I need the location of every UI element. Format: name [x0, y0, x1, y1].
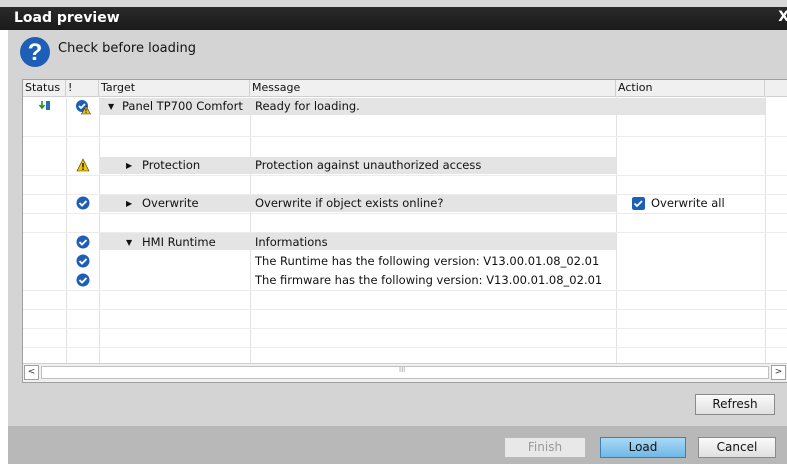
check-icon	[76, 273, 90, 287]
row-target: Panel TP700 Comfort	[122, 99, 243, 113]
scroll-thumb[interactable]: III	[41, 366, 769, 379]
load-preview-table: Status ! Target Message Action ▼ Panel T…	[22, 79, 787, 383]
header-status[interactable]: Status	[23, 80, 66, 96]
load-preview-dialog: ? Check before loading Status ! Target M…	[8, 30, 787, 464]
warning-icon	[76, 158, 90, 172]
expander-icon[interactable]: ▼	[108, 97, 114, 116]
scroll-grip: III	[399, 366, 406, 374]
overwrite-all-label[interactable]: Overwrite all	[651, 194, 725, 213]
close-icon[interactable]: X	[778, 9, 787, 25]
row-message: Protection against unauthorized access	[255, 158, 482, 172]
cancel-button[interactable]: Cancel	[698, 437, 776, 458]
question-circle-icon: ?	[20, 37, 50, 67]
table-row[interactable]: ▼ Panel TP700 Comfort Ready for loading.	[23, 97, 787, 116]
download-arrow-icon	[38, 101, 50, 110]
overwrite-all-checkbox[interactable]	[632, 197, 645, 210]
subtitle: Check before loading	[58, 41, 196, 56]
horizontal-scrollbar[interactable]: < III >	[23, 363, 787, 382]
title-bar: Load preview X	[0, 0, 787, 30]
row-message: Overwrite if object exists online?	[255, 196, 444, 210]
header-target[interactable]: Target	[99, 80, 250, 96]
table-row[interactable]: The firmware has the following version: …	[23, 271, 787, 290]
table-row[interactable]: ▶ Protection Protection against unauthor…	[23, 156, 787, 175]
check-icon	[76, 196, 90, 210]
header-action[interactable]: Action	[616, 80, 765, 96]
row-target: Overwrite	[142, 196, 199, 210]
table-row[interactable]: The Runtime has the following version: V…	[23, 252, 787, 271]
check-warning-icon	[76, 100, 91, 115]
scroll-right-button[interactable]: >	[771, 365, 786, 380]
table-row[interactable]: ▶ Overwrite Overwrite if object exists o…	[23, 194, 787, 213]
load-button[interactable]: Load	[600, 437, 686, 458]
row-message: The firmware has the following version: …	[255, 273, 603, 287]
expander-icon[interactable]: ▶	[126, 194, 132, 213]
check-icon	[76, 235, 90, 249]
row-target: HMI Runtime	[142, 235, 216, 249]
expander-icon[interactable]: ▶	[126, 156, 132, 175]
row-message: Ready for loading.	[255, 99, 360, 113]
row-message: Informations	[255, 235, 328, 249]
dialog-footer: Finish Load Cancel	[8, 426, 787, 464]
finish-button[interactable]: Finish	[504, 437, 586, 458]
header-bang[interactable]: !	[66, 80, 99, 96]
check-icon	[76, 254, 90, 268]
table-row[interactable]: ▼ HMI Runtime Informations	[23, 233, 787, 252]
table-header: Status ! Target Message Action	[23, 80, 787, 97]
header-message[interactable]: Message	[250, 80, 616, 96]
expander-icon[interactable]: ▼	[126, 233, 132, 252]
row-target: Protection	[142, 158, 201, 172]
scroll-left-button[interactable]: <	[24, 365, 39, 380]
dialog-title: Load preview	[14, 10, 120, 26]
refresh-button[interactable]: Refresh	[695, 394, 775, 415]
row-message: The Runtime has the following version: V…	[255, 254, 600, 268]
svg-text:?: ?	[28, 39, 43, 66]
